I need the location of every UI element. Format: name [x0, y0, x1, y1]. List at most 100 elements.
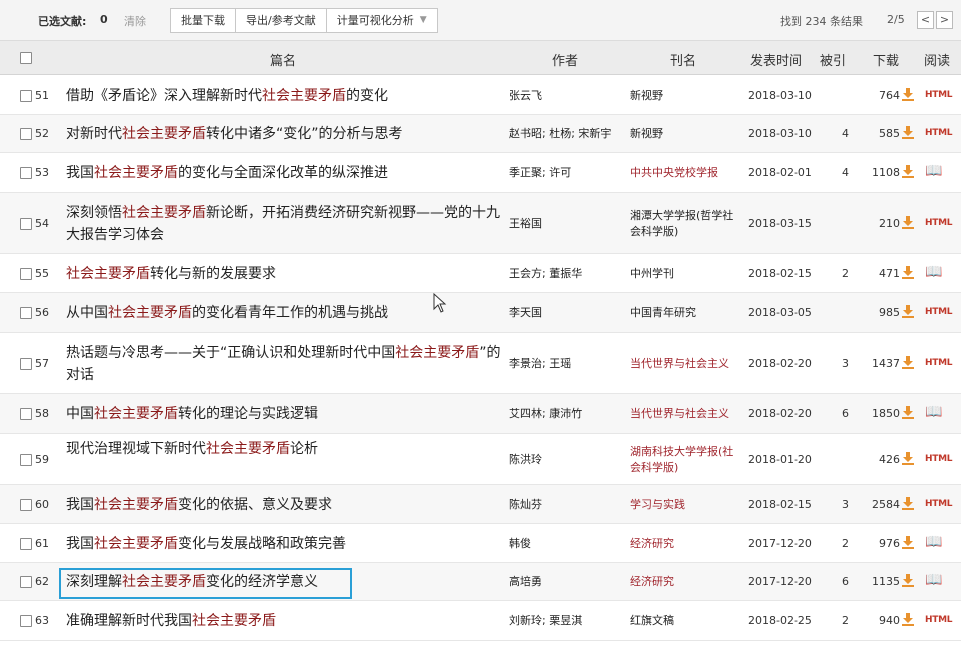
html-read-link[interactable]: HTML [925, 307, 952, 317]
article-title-link[interactable]: 我国社会主要矛盾变化与发展战略和政策完善 [66, 533, 504, 555]
journal-link[interactable]: 当代世界与社会主义 [630, 356, 742, 372]
bulk-download-button[interactable]: 批量下载 [171, 9, 236, 32]
download-icon[interactable] [901, 265, 915, 279]
column-read[interactable]: 阅读 [924, 50, 950, 69]
row-checkbox[interactable] [20, 90, 32, 102]
journal-link[interactable]: 新视野 [630, 88, 742, 104]
journal-link[interactable]: 经济研究 [630, 536, 742, 552]
citation-count[interactable]: 6 [842, 575, 849, 588]
clear-selection-link[interactable]: 清除 [124, 13, 146, 29]
export-references-button[interactable]: 导出/参考文献 [236, 9, 327, 32]
author-links[interactable]: 王裕国 [509, 216, 629, 232]
html-read-link[interactable]: HTML [925, 358, 952, 368]
article-title-link[interactable]: 对新时代社会主要矛盾转化中诸多“变化”的分析与思考 [66, 123, 504, 145]
journal-link[interactable]: 经济研究 [630, 574, 742, 590]
column-date[interactable]: 发表时间 [750, 50, 802, 69]
author-links[interactable]: 季正聚; 许可 [509, 165, 629, 181]
journal-link[interactable]: 新视野 [630, 126, 742, 142]
visualize-analysis-dropdown[interactable]: 计量可视化分析 ▼ [327, 9, 437, 32]
download-icon[interactable] [901, 355, 915, 369]
book-read-icon[interactable]: 📖 [925, 264, 942, 280]
download-icon[interactable] [901, 535, 915, 549]
citation-count[interactable]: 3 [842, 357, 849, 370]
row-checkbox[interactable] [20, 576, 32, 588]
citation-count[interactable]: 4 [842, 127, 849, 140]
author-links[interactable]: 韩俊 [509, 536, 629, 552]
row-checkbox[interactable] [20, 358, 32, 370]
row-checkbox[interactable] [20, 615, 32, 627]
column-downloads[interactable]: 下载 [873, 50, 899, 69]
row-checkbox[interactable] [20, 167, 32, 179]
article-title-link[interactable]: 深刻理解社会主要矛盾变化的经济学意义 [66, 571, 504, 593]
book-read-icon[interactable]: 📖 [925, 572, 942, 588]
row-checkbox[interactable] [20, 408, 32, 420]
author-links[interactable]: 刘新玲; 栗昱淇 [509, 613, 629, 629]
author-links[interactable]: 陈灿芬 [509, 497, 629, 513]
row-checkbox[interactable] [20, 538, 32, 550]
row-checkbox[interactable] [20, 218, 32, 230]
author-links[interactable]: 赵书昭; 杜杨; 宋新宇 [509, 126, 629, 142]
citation-count[interactable]: 2 [842, 614, 849, 627]
journal-link[interactable]: 中国青年研究 [630, 305, 742, 321]
html-read-link[interactable]: HTML [925, 218, 952, 228]
journal-link[interactable]: 中共中央党校学报 [630, 165, 742, 181]
row-checkbox[interactable] [20, 268, 32, 280]
download-icon[interactable] [901, 164, 915, 178]
article-title-link[interactable]: 准确理解新时代我国社会主要矛盾 [66, 610, 504, 632]
download-icon[interactable] [901, 405, 915, 419]
download-icon[interactable] [901, 304, 915, 318]
journal-link[interactable]: 中州学刊 [630, 266, 742, 282]
citation-count[interactable]: 3 [842, 498, 849, 511]
journal-link[interactable]: 湘潭大学学报(哲学社会科学版) [630, 208, 742, 240]
journal-link[interactable]: 学习与实践 [630, 497, 742, 513]
download-icon[interactable] [901, 612, 915, 626]
article-title-link[interactable]: 热话题与冷思考——关于“正确认识和处理新时代中国社会主要矛盾”的对话 [66, 342, 504, 386]
author-links[interactable]: 陈洪玲 [509, 452, 629, 468]
book-read-icon[interactable]: 📖 [925, 404, 942, 420]
book-read-icon[interactable]: 📖 [925, 534, 942, 550]
select-all-checkbox[interactable] [20, 52, 32, 64]
column-title[interactable]: 篇名 [270, 50, 296, 69]
html-read-link[interactable]: HTML [925, 499, 952, 509]
citation-count[interactable]: 2 [842, 267, 849, 280]
download-icon[interactable] [901, 451, 915, 465]
html-read-link[interactable]: HTML [925, 615, 952, 625]
download-icon[interactable] [901, 215, 915, 229]
article-title-link[interactable]: 我国社会主要矛盾的变化与全面深化改革的纵深推进 [66, 162, 504, 184]
author-links[interactable]: 高培勇 [509, 574, 629, 590]
download-icon[interactable] [901, 573, 915, 587]
download-icon[interactable] [901, 496, 915, 510]
html-read-link[interactable]: HTML [925, 90, 952, 100]
journal-link[interactable]: 湖南科技大学学报(社会科学版) [630, 444, 742, 476]
prev-page-button[interactable]: < [917, 11, 934, 29]
citation-count[interactable]: 2 [842, 537, 849, 550]
html-read-link[interactable]: HTML [925, 454, 952, 464]
article-title-link[interactable]: 我国社会主要矛盾变化的依据、意义及要求 [66, 494, 504, 516]
row-checkbox[interactable] [20, 499, 32, 511]
article-title-link[interactable]: 社会主要矛盾转化与新的发展要求 [66, 263, 504, 285]
author-links[interactable]: 艾四林; 康沛竹 [509, 406, 629, 422]
citation-count[interactable]: 4 [842, 166, 849, 179]
html-read-link[interactable]: HTML [925, 128, 952, 138]
journal-link[interactable]: 当代世界与社会主义 [630, 406, 742, 422]
article-title-link[interactable]: 中国社会主要矛盾转化的理论与实践逻辑 [66, 403, 504, 425]
row-checkbox[interactable] [20, 128, 32, 140]
next-page-button[interactable]: > [936, 11, 953, 29]
author-links[interactable]: 李天国 [509, 305, 629, 321]
article-title-link[interactable]: 深刻领悟社会主要矛盾新论断，开拓消费经济研究新视野——党的十九大报告学习体会 [66, 202, 504, 246]
author-links[interactable]: 李景治; 王瑶 [509, 356, 629, 372]
download-icon[interactable] [901, 87, 915, 101]
column-author[interactable]: 作者 [552, 50, 578, 69]
row-checkbox[interactable] [20, 454, 32, 466]
article-title-link[interactable]: 借助《矛盾论》深入理解新时代社会主要矛盾的变化 [66, 85, 504, 107]
column-cited[interactable]: 被引 [820, 50, 846, 69]
citation-count[interactable]: 6 [842, 407, 849, 420]
author-links[interactable]: 张云飞 [509, 88, 629, 104]
author-links[interactable]: 王会方; 董振华 [509, 266, 629, 282]
column-journal[interactable]: 刊名 [670, 50, 696, 69]
article-title-link[interactable]: 现代治理视域下新时代社会主要矛盾论析 [66, 438, 504, 460]
row-checkbox[interactable] [20, 307, 32, 319]
journal-link[interactable]: 红旗文稿 [630, 613, 742, 629]
download-icon[interactable] [901, 125, 915, 139]
book-read-icon[interactable]: 📖 [925, 163, 942, 179]
